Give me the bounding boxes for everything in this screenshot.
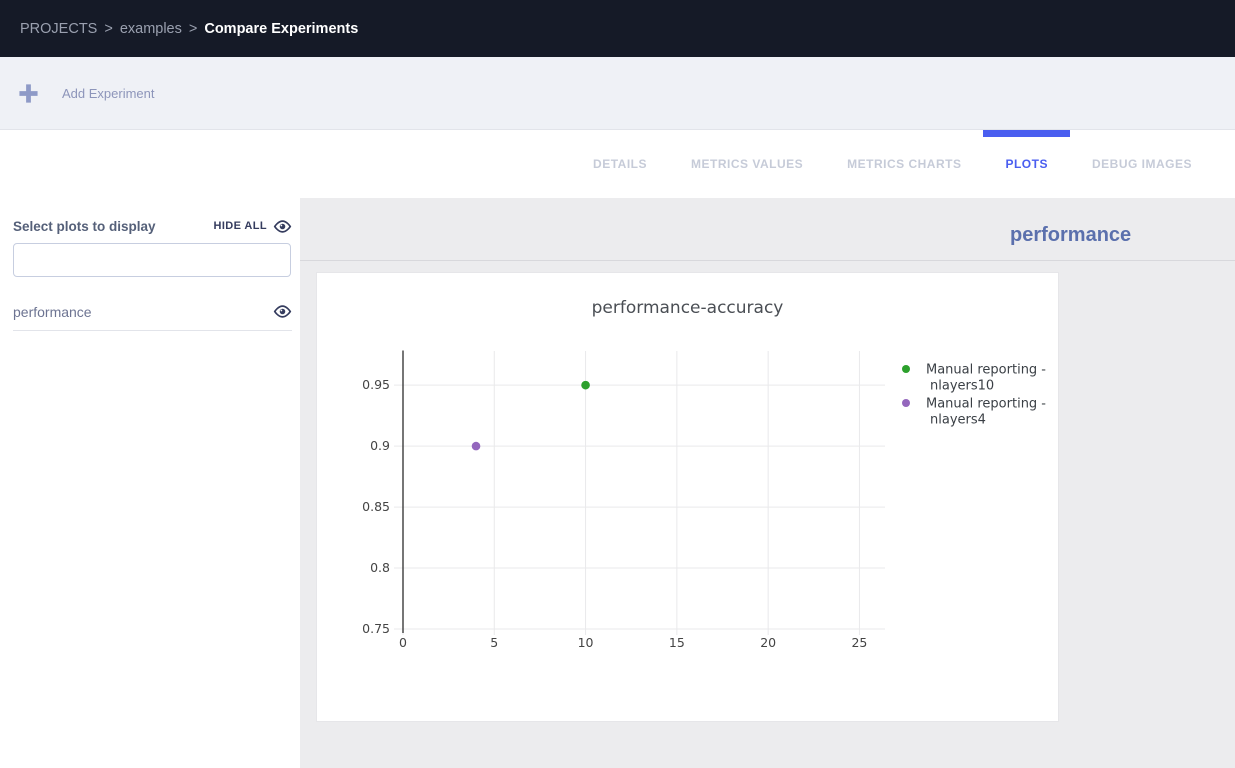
breadcrumb-examples[interactable]: examples: [120, 21, 182, 37]
breadcrumb-projects[interactable]: PROJECTS: [20, 21, 97, 37]
svg-text:25: 25: [851, 635, 867, 650]
plot-card: performance-accuracy 0.750.80.850.90.950…: [316, 272, 1059, 722]
svg-text:10: 10: [578, 635, 594, 650]
breadcrumb-current-page: Compare Experiments: [204, 21, 358, 37]
top-header-bar: PROJECTS > examples > Compare Experiment…: [0, 0, 1235, 57]
svg-text:nlayers10: nlayers10: [930, 379, 994, 394]
tab-bar: DETAILS METRICS VALUES METRICS CHARTS PL…: [0, 130, 1235, 198]
tab-details[interactable]: DETAILS: [571, 130, 669, 198]
plots-sidebar: Select plots to display HIDE ALL perform…: [0, 198, 300, 768]
sidebar-title: Select plots to display: [13, 219, 156, 234]
add-experiment-label: Add Experiment: [62, 86, 155, 101]
breadcrumb-separator: >: [104, 21, 112, 37]
tab-debug-images[interactable]: DEBUG IMAGES: [1070, 130, 1214, 198]
svg-text:0.9: 0.9: [370, 438, 390, 453]
svg-text:0: 0: [399, 635, 407, 650]
tab-metrics-values[interactable]: METRICS VALUES: [669, 130, 825, 198]
sidebar-header: Select plots to display HIDE ALL: [13, 216, 292, 236]
breadcrumb-separator: >: [189, 21, 197, 37]
plot-visibility-eye-icon[interactable]: [273, 304, 292, 319]
svg-text:Manual reporting -: Manual reporting -: [926, 397, 1046, 412]
hide-all-button[interactable]: HIDE ALL: [213, 219, 292, 234]
svg-text:0.95: 0.95: [362, 377, 390, 392]
tab-plots[interactable]: PLOTS: [983, 130, 1070, 198]
svg-text:15: 15: [669, 635, 685, 650]
svg-text:Manual reporting -: Manual reporting -: [926, 363, 1046, 378]
plot-list-item-performance: performance: [13, 293, 292, 331]
plots-main-area: performance performance-accuracy 0.750.8…: [300, 198, 1235, 768]
plot-search-input[interactable]: [13, 243, 291, 277]
svg-text:nlayers4: nlayers4: [930, 413, 986, 428]
hide-all-label: HIDE ALL: [213, 220, 267, 232]
metric-group-title: performance: [1010, 224, 1131, 247]
svg-text:0.8: 0.8: [370, 560, 390, 575]
svg-text:0.75: 0.75: [362, 621, 390, 636]
hide-all-eye-icon: [273, 219, 292, 234]
svg-text:0.85: 0.85: [362, 499, 390, 514]
metric-group-header: performance: [300, 198, 1235, 261]
svg-text:5: 5: [490, 635, 498, 650]
tabs-container: DETAILS METRICS VALUES METRICS CHARTS PL…: [571, 130, 1235, 198]
toolbar: Add Experiment: [0, 57, 1235, 130]
tab-metrics-charts[interactable]: METRICS CHARTS: [825, 130, 983, 198]
svg-text:20: 20: [760, 635, 776, 650]
add-experiment-button[interactable]: Add Experiment: [18, 57, 155, 129]
scatter-plot-svg[interactable]: 0.75 0.8 0.85 0.9 0.95 0 5 10 15 20 25 Manual repor…: [317, 273, 1058, 721]
plot-item-label[interactable]: performance: [13, 304, 92, 320]
plus-icon: [18, 83, 39, 104]
